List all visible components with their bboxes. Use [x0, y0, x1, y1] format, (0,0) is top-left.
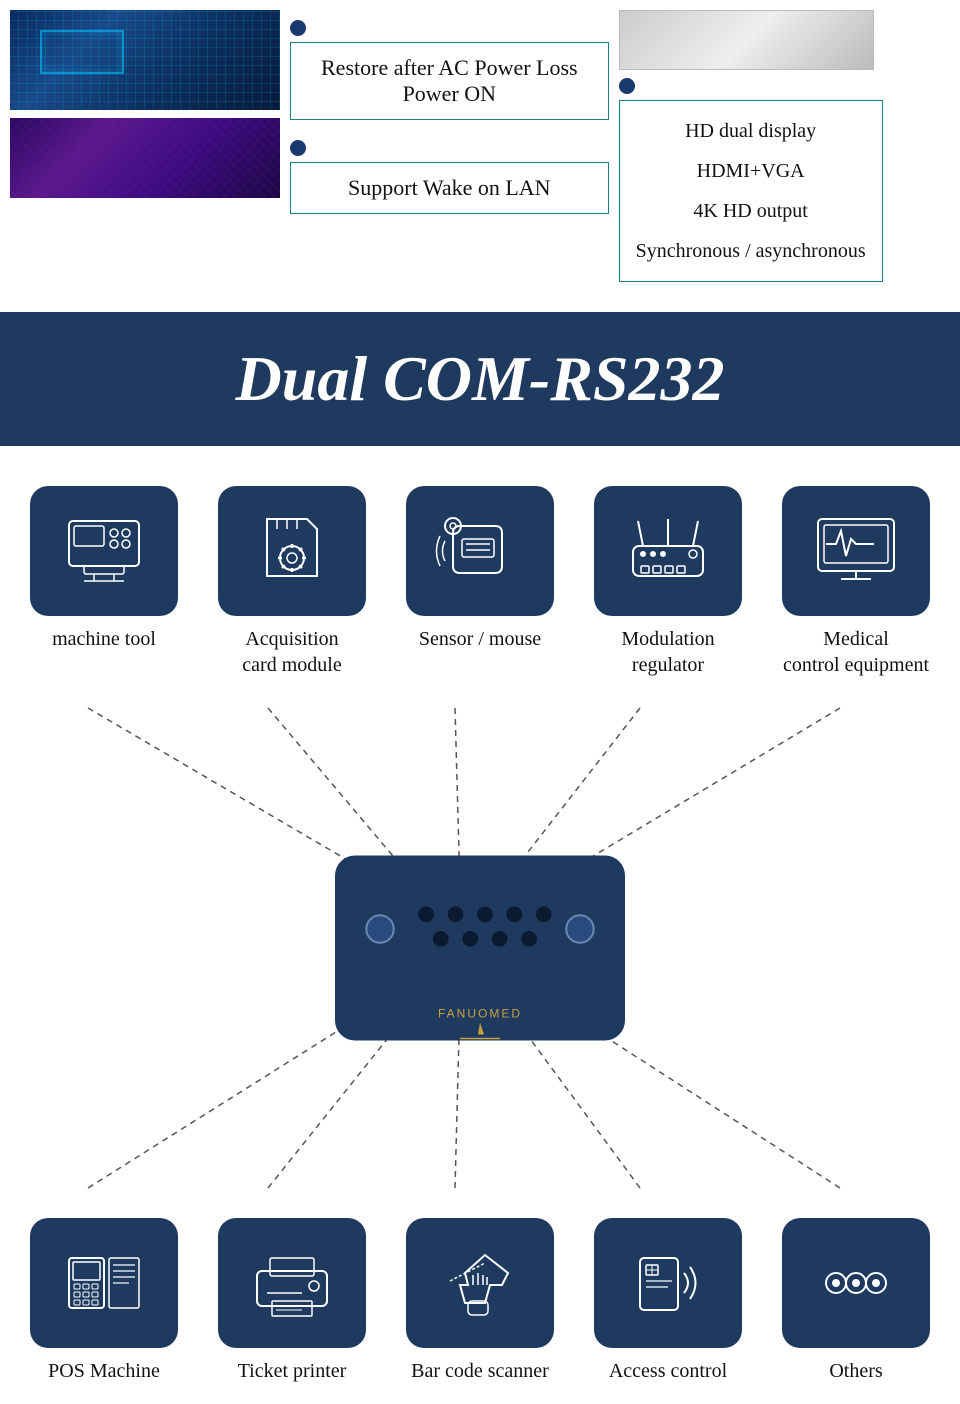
right-features-section: HD dual display HDMI+VGA 4K HD output Sy… [619, 10, 883, 282]
dot-marker-left [290, 140, 306, 156]
rfid-icon [430, 511, 530, 591]
scanner-icon [430, 1243, 530, 1323]
tech-image-2 [10, 118, 280, 198]
router-icon [613, 511, 723, 591]
icon-item-ticket-printer: Ticket printer [212, 1218, 372, 1384]
power-on-label: Power ON [403, 81, 497, 106]
access-control-icon [618, 1243, 718, 1323]
feature-box-left: Support Wake on LAN [290, 162, 609, 214]
restore-label: Restore after AC Power Loss [321, 55, 578, 80]
center-diagram: FANUOMED [0, 688, 960, 1208]
banner: Dual COM-RS232 [0, 312, 960, 446]
icon-item-barcode-scanner: Bar code scanner [400, 1218, 560, 1384]
machine-tool-box [30, 486, 178, 616]
medical-equipment-label: Medical control equipment [783, 626, 929, 678]
hd-dual-label: HD dual display [685, 120, 816, 142]
watermark-area: FANUOMED [438, 1007, 522, 1041]
icon-item-others: Others [776, 1218, 936, 1384]
dot-marker-middle [290, 20, 306, 36]
machine-tool-icon [54, 511, 154, 591]
right-features-box: HD dual display HDMI+VGA 4K HD output Sy… [619, 100, 883, 282]
middle-features: Restore after AC Power Loss Power ON Sup… [290, 20, 609, 214]
icon-item-medical-equipment: Medical control equipment [776, 486, 936, 678]
icons-top-row: machine tool [0, 466, 960, 688]
com-port-svg [350, 856, 610, 1003]
sensor-mouse-label: Sensor / mouse [419, 626, 541, 652]
acquisition-card-label: Acquisition card module [242, 626, 341, 678]
icon-item-pos-machine: POS Machine [24, 1218, 184, 1384]
ticket-printer-label: Ticket printer [238, 1358, 347, 1384]
modulation-regulator-label: Modulation regulator [588, 626, 748, 678]
4k-label: 4K HD output [693, 200, 807, 222]
icon-item-acquisition-card: Acquisition card module [212, 486, 372, 678]
dot-marker-right [619, 78, 635, 94]
pos-machine-icon [54, 1243, 154, 1323]
pos-machine-box [30, 1218, 178, 1348]
watermark-icon [450, 1021, 510, 1041]
icon-item-machine-tool: machine tool [24, 486, 184, 652]
sync-label: Synchronous / asynchronous [636, 240, 866, 262]
icons-bottom-row: POS Machine Ticket printer [0, 1208, 960, 1404]
ticket-printer-box [218, 1218, 366, 1348]
access-control-box [594, 1218, 742, 1348]
others-icon [806, 1243, 906, 1323]
others-label: Others [829, 1358, 882, 1384]
com-port-center: FANUOMED [335, 856, 625, 1041]
pos-machine-label: POS Machine [48, 1358, 160, 1384]
watermark-text: FANUOMED [438, 1007, 522, 1021]
icon-item-modulation-regulator: Modulation regulator [588, 486, 748, 678]
acquisition-card-box [218, 486, 366, 616]
hdmi-vga-label: HDMI+VGA [697, 160, 805, 182]
wake-on-lan-label: Support Wake on LAN [348, 175, 551, 200]
top-right-image [619, 10, 874, 70]
barcode-scanner-box [406, 1218, 554, 1348]
printer-icon [242, 1243, 342, 1323]
sensor-mouse-box [406, 486, 554, 616]
icon-item-sensor-mouse: Sensor / mouse [400, 486, 560, 652]
icon-item-access-control: Access control [588, 1218, 748, 1384]
access-control-label: Access control [609, 1358, 727, 1384]
acquisition-card-icon [242, 511, 342, 591]
top-section: Restore after AC Power Loss Power ON Sup… [0, 0, 960, 282]
others-box [782, 1218, 930, 1348]
tech-image-1 [10, 10, 280, 110]
barcode-scanner-label: Bar code scanner [411, 1358, 549, 1384]
feature-box-middle: Restore after AC Power Loss Power ON [290, 42, 609, 120]
medical-equipment-box [782, 486, 930, 616]
banner-title: Dual COM-RS232 [236, 343, 725, 414]
medical-monitor-icon [806, 511, 906, 591]
modulation-regulator-box [594, 486, 742, 616]
top-images [10, 10, 280, 198]
machine-tool-label: machine tool [52, 626, 156, 652]
